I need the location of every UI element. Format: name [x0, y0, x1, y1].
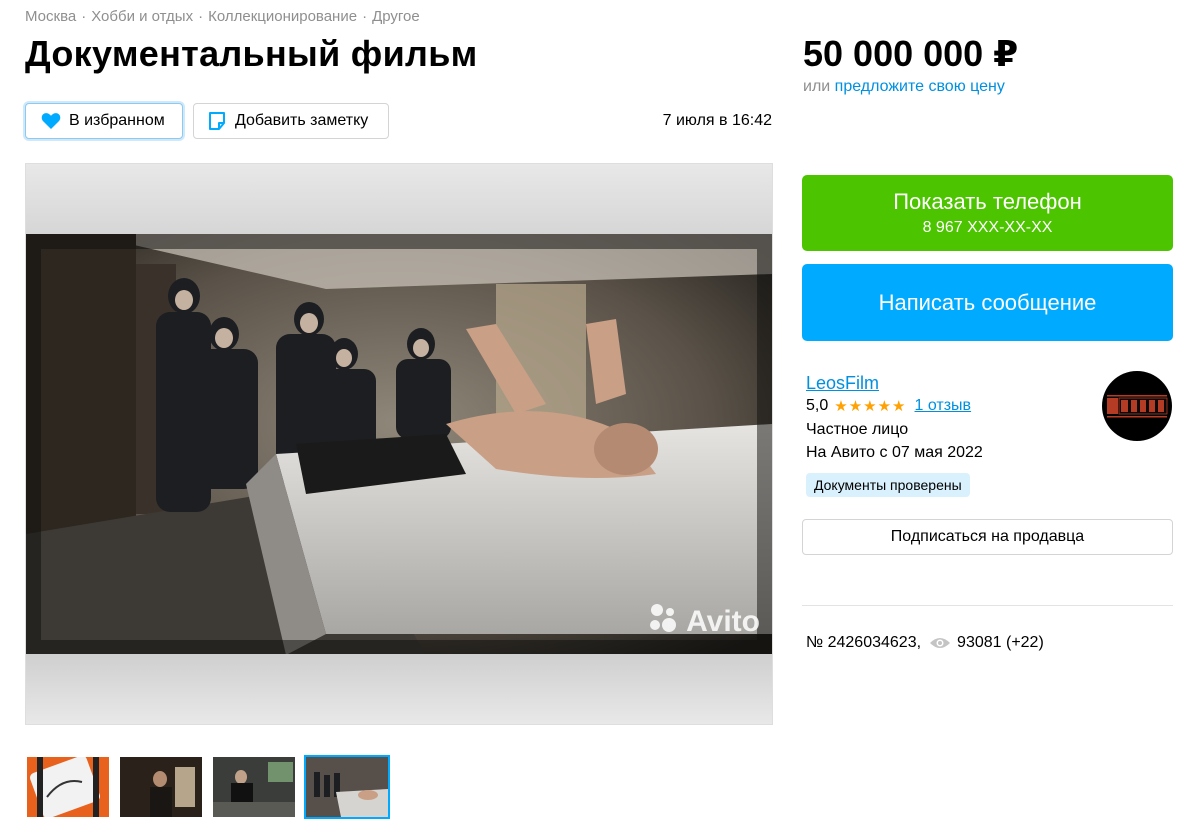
thumbnail-2[interactable]	[118, 755, 204, 819]
breadcrumb-section[interactable]: Другое	[372, 8, 420, 25]
views-count: 93081 (+22)	[957, 634, 1044, 651]
main-photo-image	[26, 234, 772, 655]
breadcrumb-separator: ·	[198, 8, 204, 25]
thumbnail-1[interactable]	[25, 755, 111, 819]
seller-since: На Авито с 07 мая 2022	[806, 444, 983, 461]
show-phone-button[interactable]: Показать телефон 8 967 XXX-XX-XX	[802, 175, 1173, 251]
breadcrumb-separator: ·	[362, 8, 368, 25]
show-phone-label: Показать телефон	[893, 189, 1082, 214]
favorite-label: В избранном	[69, 112, 165, 129]
page-title: Документальный фильм	[25, 33, 478, 74]
note-icon	[207, 111, 227, 131]
rating-stars: ★★★★★	[834, 398, 907, 415]
listing-meta: № 2426034623, 93081 (+22)	[806, 634, 1044, 652]
price: 50 000 000 ₽	[803, 33, 1019, 74]
watermark: Avito	[648, 603, 760, 641]
price-alternative: или предложите свою цену	[803, 78, 1005, 96]
add-note-button[interactable]: Добавить заметку	[193, 103, 389, 139]
seller-rating: 5,0 ★★★★★ 1 отзыв	[806, 397, 971, 415]
breadcrumb: Москва · Хобби и отдых · Коллекционирование ·…	[25, 8, 420, 25]
favorite-button[interactable]: В избранном	[25, 103, 183, 139]
phone-number: 8 967 XXX-XX-XX	[922, 219, 1053, 236]
publish-date: 7 июля в 16:42	[662, 112, 772, 129]
breadcrumb-separator: ·	[81, 8, 87, 25]
offer-price-link[interactable]: предложите свою цену	[835, 78, 1005, 95]
thumbnail-4[interactable]	[304, 755, 390, 819]
seller-avatar[interactable]	[1102, 371, 1172, 441]
photo-blur-bottom	[26, 654, 772, 724]
breadcrumb-city[interactable]: Москва	[25, 8, 76, 25]
thumbnail-3[interactable]	[211, 755, 297, 819]
breadcrumb-subcategory[interactable]: Коллекционирование	[208, 8, 357, 25]
thumbnail-strip	[25, 755, 390, 819]
photo-gallery[interactable]: Avito	[25, 163, 773, 725]
watermark-text: Avito	[686, 605, 760, 638]
breadcrumb-category[interactable]: Хобби и отдых	[91, 8, 193, 25]
eye-icon	[929, 636, 951, 650]
seller-name-link[interactable]: LeosFilm	[806, 373, 879, 394]
send-message-button[interactable]: Написать сообщение	[802, 264, 1173, 341]
heart-icon	[41, 112, 61, 130]
main-photo[interactable]: Avito	[26, 234, 772, 655]
avito-logo-icon	[648, 603, 678, 641]
add-note-label: Добавить заметку	[235, 112, 369, 129]
listing-number: № 2426034623,	[806, 634, 922, 651]
documents-verified-badge: Документы проверены	[806, 473, 970, 497]
price-alt-prefix: или	[803, 78, 831, 95]
rating-value: 5,0	[806, 397, 829, 414]
divider	[802, 605, 1173, 606]
leos-logo-icon	[1107, 395, 1168, 418]
photo-blur-top	[26, 164, 772, 234]
seller-type: Частное лицо	[806, 421, 909, 438]
reviews-link[interactable]: 1 отзыв	[915, 397, 972, 415]
subscribe-seller-button[interactable]: Подписаться на продавца	[802, 519, 1173, 555]
